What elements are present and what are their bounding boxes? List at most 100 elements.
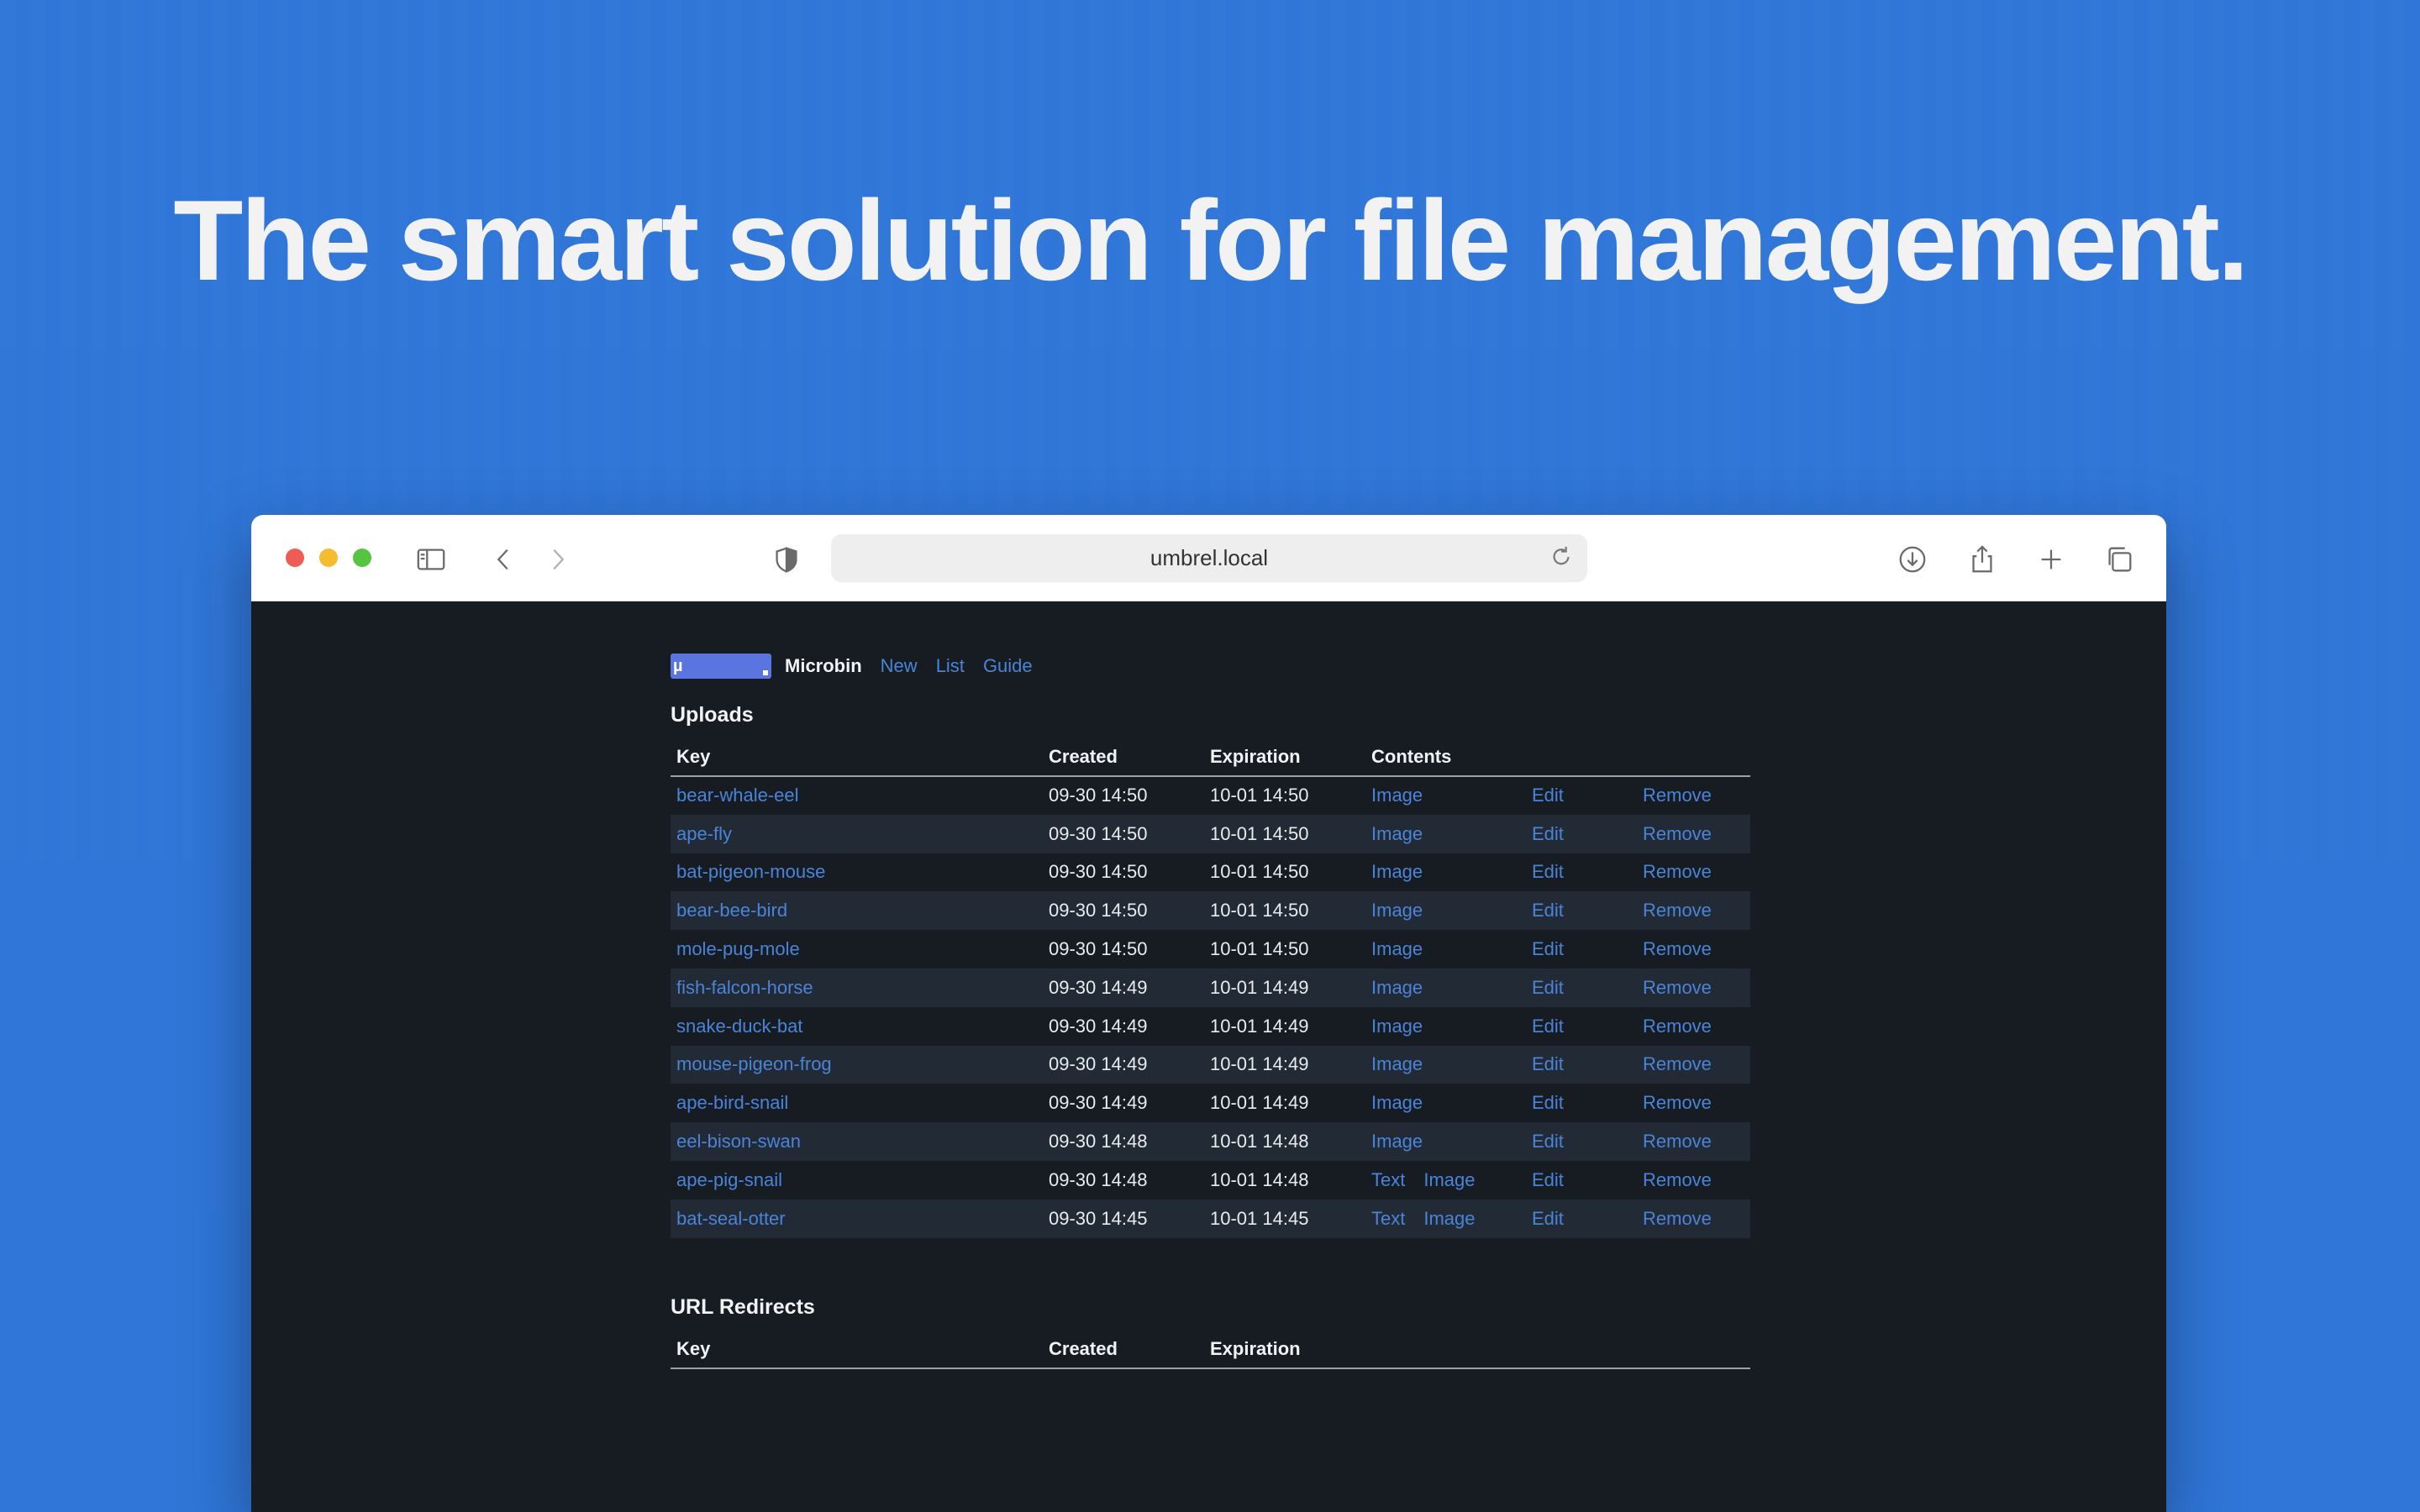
upload-key-link[interactable]: eel-bison-swan [676, 1131, 801, 1152]
col-key: Key [671, 1337, 1043, 1369]
remove-link[interactable]: Remove [1643, 1208, 1712, 1229]
remove-link[interactable]: Remove [1643, 938, 1712, 959]
image-link[interactable]: Image [1371, 977, 1423, 998]
image-link[interactable]: Image [1371, 1131, 1423, 1152]
edit-link[interactable]: Edit [1532, 1016, 1564, 1037]
edit-link[interactable]: Edit [1532, 1092, 1564, 1113]
table-row: bat-seal-otter 09-30 14:45 10-01 14:45 Text… [671, 1199, 1750, 1238]
upload-key-link[interactable]: mouse-pigeon-frog [676, 1053, 832, 1074]
table-row: ape-bird-snail 09-30 14:49 10-01 14:49 Imag… [671, 1084, 1750, 1122]
table-row: ape-fly 09-30 14:50 10-01 14:50 Image Edit Re… [671, 814, 1750, 853]
url-text: umbrel.local [1150, 545, 1269, 570]
contents-cell: Text Image [1365, 1199, 1526, 1238]
upload-key-link[interactable]: bear-whale-eel [676, 785, 799, 806]
shield-icon[interactable] [770, 543, 803, 576]
microbin-logo[interactable]: µ [671, 654, 771, 679]
created-cell: 09-30 14:48 [1043, 1122, 1204, 1161]
image-link[interactable]: Image [1371, 1053, 1423, 1074]
redirects-section: URL Redirects Key Created Expiration [671, 1295, 1750, 1369]
expiration-cell: 10-01 14:50 [1210, 938, 1309, 960]
remove-link[interactable]: Remove [1643, 1131, 1712, 1152]
upload-key-link[interactable]: bat-seal-otter [676, 1208, 786, 1229]
edit-link[interactable]: Edit [1532, 1053, 1564, 1074]
table-row: bat-pigeon-mouse 09-30 14:50 10-01 14:50 Im… [671, 853, 1750, 892]
upload-key-link[interactable]: ape-bird-snail [676, 1092, 788, 1113]
forward-icon[interactable] [541, 543, 575, 576]
redirects-title: URL Redirects [671, 1294, 815, 1319]
col-contents: Contents [1365, 746, 1526, 777]
image-link[interactable]: Image [1371, 1092, 1423, 1113]
expiration-cell: 10-01 14:49 [1210, 1092, 1309, 1114]
col-empty [1365, 1337, 1750, 1369]
expiration-cell: 10-01 14:50 [1204, 891, 1365, 931]
image-link[interactable]: Image [1371, 900, 1423, 921]
nav-guide[interactable]: Guide [983, 655, 1033, 677]
sidebar-icon[interactable] [414, 543, 448, 576]
upload-key-link[interactable]: fish-falcon-horse [676, 977, 813, 998]
table-row: mole-pug-mole 09-30 14:50 10-01 14:50 Image… [671, 930, 1750, 969]
image-link[interactable]: Image [1371, 785, 1423, 806]
contents-cell: Image [1365, 1122, 1526, 1161]
plus-icon[interactable] [2034, 543, 2068, 576]
tabs-icon[interactable] [2102, 543, 2136, 576]
expiration-cell: 10-01 14:49 [1204, 968, 1365, 1007]
text-link[interactable]: Text [1371, 1169, 1405, 1190]
remove-link[interactable]: Remove [1643, 977, 1712, 998]
edit-link[interactable]: Edit [1532, 861, 1564, 882]
minimize-button[interactable] [319, 549, 338, 567]
table-row: snake-duck-bat 09-30 14:49 10-01 14:49 Imag… [671, 1007, 1750, 1046]
upload-key-link[interactable]: ape-pig-snail [676, 1169, 782, 1190]
reload-icon[interactable] [1549, 544, 1576, 571]
edit-link[interactable]: Edit [1532, 1169, 1564, 1190]
remove-link[interactable]: Remove [1643, 900, 1712, 921]
zoom-button[interactable] [353, 549, 371, 567]
image-link[interactable]: Image [1371, 938, 1423, 959]
back-icon[interactable] [487, 543, 520, 576]
remove-link[interactable]: Remove [1643, 1053, 1712, 1074]
image-link[interactable]: Image [1423, 1208, 1475, 1229]
edit-link[interactable]: Edit [1532, 900, 1564, 921]
col-created: Created [1043, 1337, 1204, 1369]
share-icon[interactable] [1965, 543, 1999, 576]
edit-link[interactable]: Edit [1532, 785, 1564, 806]
edit-link[interactable]: Edit [1532, 938, 1564, 959]
upload-key-link[interactable]: ape-fly [676, 823, 732, 844]
brand-name[interactable]: Microbin [785, 655, 862, 677]
edit-link[interactable]: Edit [1532, 1131, 1564, 1152]
table-row: mouse-pigeon-frog 09-30 14:49 10-01 14:49 I… [671, 1045, 1750, 1084]
remove-link[interactable]: Remove [1643, 1016, 1712, 1037]
contents-cell: Image [1365, 776, 1526, 815]
col-expiration: Expiration [1204, 746, 1365, 777]
close-button[interactable] [286, 549, 304, 567]
image-link[interactable]: Image [1371, 823, 1423, 844]
upload-key-link[interactable]: mole-pug-mole [676, 938, 800, 959]
remove-link[interactable]: Remove [1643, 1169, 1712, 1190]
remove-link[interactable]: Remove [1643, 785, 1712, 806]
expiration-cell: 10-01 14:48 [1210, 1168, 1309, 1190]
edit-link[interactable]: Edit [1532, 823, 1564, 844]
edit-link[interactable]: Edit [1532, 977, 1564, 998]
created-cell: 09-30 14:45 [1043, 1199, 1204, 1238]
nav-new[interactable]: New [881, 655, 918, 677]
download-icon[interactable] [1896, 543, 1929, 576]
contents-cell: Image [1365, 1084, 1526, 1122]
created-cell: 09-30 14:50 [1043, 814, 1204, 853]
remove-link[interactable]: Remove [1643, 861, 1712, 882]
edit-link[interactable]: Edit [1532, 1208, 1564, 1229]
expiration-cell: 10-01 14:50 [1204, 814, 1365, 853]
remove-link[interactable]: Remove [1643, 823, 1712, 844]
contents-cell: Image [1365, 814, 1526, 853]
upload-key-link[interactable]: bat-pigeon-mouse [676, 861, 825, 882]
upload-key-link[interactable]: bear-bee-bird [676, 900, 787, 921]
image-link[interactable]: Image [1371, 861, 1423, 882]
image-link[interactable]: Image [1371, 1016, 1423, 1037]
url-bar[interactable]: umbrel.local [831, 534, 1587, 582]
col-key: Key [671, 746, 1043, 777]
upload-key-link[interactable]: snake-duck-bat [676, 1016, 802, 1037]
remove-link[interactable]: Remove [1643, 1092, 1712, 1113]
nav-list[interactable]: List [936, 655, 965, 677]
contents-cell: Image [1365, 853, 1526, 892]
image-link[interactable]: Image [1423, 1169, 1475, 1190]
text-link[interactable]: Text [1371, 1208, 1405, 1229]
table-row: bear-bee-bird 09-30 14:50 10-01 14:50 Image… [671, 891, 1750, 931]
